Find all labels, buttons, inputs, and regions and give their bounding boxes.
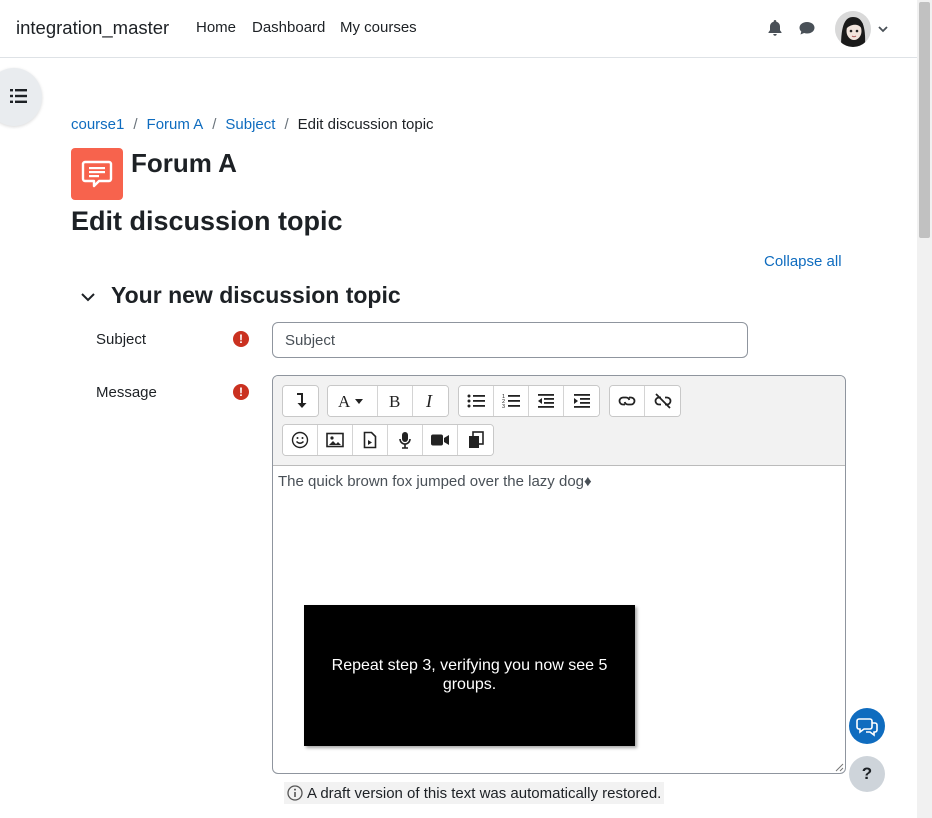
instruction-overlay: Repeat step 3, verifying you now see 5 g… <box>304 605 635 746</box>
indent-icon[interactable] <box>564 386 599 416</box>
user-avatar[interactable] <box>835 11 871 47</box>
subject-input[interactable] <box>272 322 748 358</box>
svg-text:3: 3 <box>502 404 505 409</box>
breadcrumb-separator: / <box>133 116 138 133</box>
record-audio-icon[interactable] <box>388 425 423 455</box>
italic-icon[interactable]: I <box>413 386 448 416</box>
activity-title: Forum A <box>131 148 237 178</box>
chevron-down-icon[interactable] <box>80 289 96 305</box>
editor-toolbar: A B I 123 <box>273 376 845 466</box>
message-label: Message <box>96 384 157 401</box>
subject-label: Subject <box>96 331 147 348</box>
link-icon[interactable] <box>610 386 645 416</box>
breadcrumb-separator: / <box>284 116 289 133</box>
site-brand[interactable]: integration_master <box>16 17 169 39</box>
record-video-icon[interactable] <box>423 425 458 455</box>
toolbar-group-media <box>282 424 494 456</box>
draft-notice-text: A draft version of this text was automat… <box>307 784 662 802</box>
required-icon: ! <box>233 384 249 400</box>
section-title[interactable]: Your new discussion topic <box>111 282 401 309</box>
conversations-icon <box>856 718 878 737</box>
course-index-toggle[interactable] <box>0 68 42 126</box>
svg-text:A: A <box>338 392 351 410</box>
messaging-button[interactable] <box>849 708 885 744</box>
toolbar-group-collapse <box>282 385 319 417</box>
help-button[interactable]: ? <box>849 756 885 792</box>
info-icon <box>287 785 303 801</box>
list-icon <box>10 89 27 103</box>
manage-files-icon[interactable] <box>458 425 493 455</box>
bold-icon[interactable]: B <box>378 386 413 416</box>
media-file-icon[interactable] <box>353 425 388 455</box>
nav-my-courses-link[interactable]: My courses <box>340 19 417 36</box>
outdent-icon[interactable] <box>529 386 564 416</box>
scrollbar-thumb[interactable] <box>919 2 930 238</box>
required-icon: ! <box>233 331 249 347</box>
toolbar-group-text: A B I <box>327 385 449 417</box>
breadcrumb-separator: / <box>212 116 217 133</box>
overlay-text: Repeat step 3, verifying you now see 5 g… <box>331 657 608 693</box>
unlink-icon[interactable] <box>645 386 680 416</box>
toolbar-group-links <box>609 385 681 417</box>
top-navbar: integration_master Home Dashboard My cou… <box>0 0 917 58</box>
bell-icon[interactable] <box>765 18 785 38</box>
breadcrumb-subject[interactable]: Subject <box>225 116 275 133</box>
draft-notice: A draft version of this text was automat… <box>284 782 665 804</box>
page-title: Edit discussion topic <box>71 206 343 236</box>
editor-text[interactable]: The quick brown fox jumped over the lazy… <box>278 473 592 490</box>
svg-text:B: B <box>389 392 400 410</box>
image-icon[interactable] <box>318 425 353 455</box>
font-style-icon[interactable]: A <box>328 386 378 416</box>
svg-text:I: I <box>425 392 433 410</box>
page-scrollbar[interactable] <box>917 0 932 818</box>
resize-grip-icon[interactable] <box>834 762 844 772</box>
breadcrumb-current: Edit discussion topic <box>297 116 434 133</box>
nav-home-link[interactable]: Home <box>196 19 236 36</box>
nav-dashboard-link[interactable]: Dashboard <box>252 19 325 36</box>
unordered-list-icon[interactable] <box>459 386 494 416</box>
breadcrumb-forum-a[interactable]: Forum A <box>147 116 204 133</box>
ordered-list-icon[interactable]: 123 <box>494 386 529 416</box>
forum-icon <box>71 148 123 200</box>
chevron-down-icon[interactable] <box>877 22 889 34</box>
emoji-icon[interactable] <box>283 425 318 455</box>
collapse-all-link[interactable]: Collapse all <box>764 253 842 270</box>
breadcrumb: course1 / Forum A / Subject / Edit discu… <box>71 116 434 133</box>
collapse-icon[interactable] <box>283 386 318 416</box>
chat-icon[interactable] <box>797 18 817 38</box>
toolbar-group-lists: 123 <box>458 385 600 417</box>
breadcrumb-course1[interactable]: course1 <box>71 116 124 133</box>
